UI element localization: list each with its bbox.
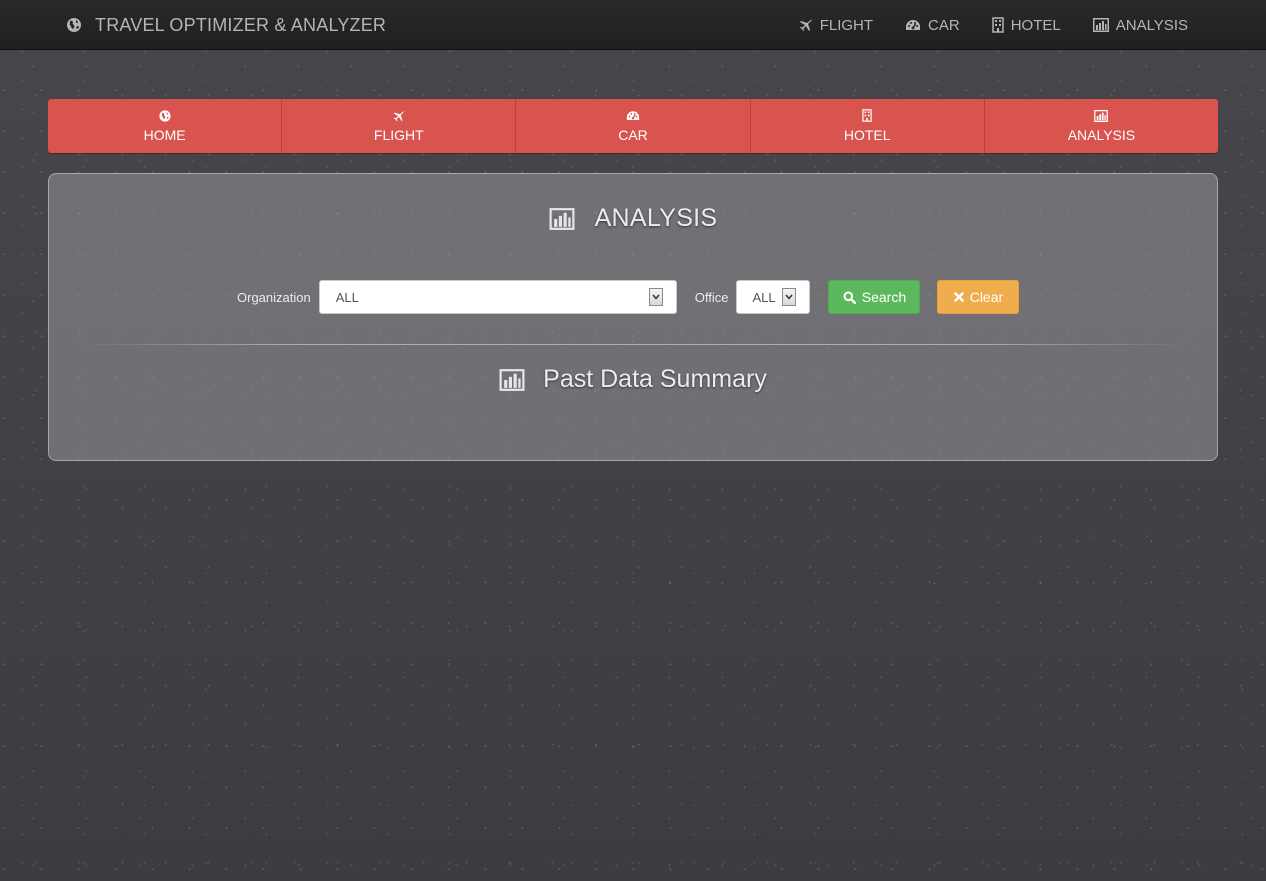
top-navbar: TRAVEL OPTIMIZER & ANALYZER FLIGHT CAR H… [0, 0, 1266, 50]
clear-button[interactable]: Clear [937, 280, 1020, 314]
nav-link-label: FLIGHT [819, 16, 874, 34]
nav-link-hotel[interactable]: HOTEL [991, 16, 1061, 34]
summary-title-text: Past Data Summary [543, 365, 767, 393]
organization-label: Organization [237, 289, 311, 305]
tab-flight[interactable]: FLIGHT [282, 99, 517, 153]
tab-hotel[interactable]: HOTEL [750, 99, 985, 153]
building-icon [991, 17, 1004, 33]
plane-icon [393, 110, 405, 122]
search-icon [843, 291, 856, 304]
brand[interactable]: TRAVEL OPTIMIZER & ANALYZER [66, 0, 386, 50]
nav-link-flight[interactable]: FLIGHT [799, 17, 873, 34]
section-tabbar: HOME FLIGHT CAR HOTEL ANALYSIS [48, 99, 1218, 153]
nav-link-label: ANALYSIS [1115, 16, 1188, 34]
tab-label: FLIGHT [373, 126, 424, 143]
bar-chart-icon [1092, 18, 1109, 32]
globe-icon [66, 17, 82, 33]
search-button[interactable]: Search [828, 280, 921, 314]
tab-label: CAR [618, 126, 648, 143]
bar-chart-icon [549, 207, 575, 230]
nav-links: FLIGHT CAR HOTEL ANALYSIS [767, 0, 1188, 50]
nav-link-label: CAR [928, 16, 960, 34]
building-icon [862, 109, 872, 122]
organization-select[interactable]: ALL [318, 280, 677, 314]
close-icon [954, 292, 964, 302]
tab-label: HOTEL [843, 127, 891, 143]
office-label: Office [694, 289, 729, 305]
clear-button-label: Clear [969, 289, 1004, 305]
brand-title: TRAVEL OPTIMIZER & ANALYZER [95, 14, 387, 35]
tab-label: HOME [143, 126, 186, 143]
office-select-value: ALL [752, 289, 776, 305]
tab-home[interactable]: HOME [48, 99, 283, 153]
page-title: ANALYSIS [49, 204, 1217, 233]
organization-select-value: ALL [335, 289, 359, 305]
tab-label: ANALYSIS [1067, 126, 1136, 143]
globe-icon [158, 109, 171, 122]
summary-title: Past Data Summary [49, 365, 1217, 394]
chevron-down-icon [782, 288, 797, 306]
tab-car[interactable]: CAR [516, 99, 751, 153]
nav-link-car[interactable]: CAR [905, 17, 960, 34]
nav-link-label: HOTEL [1010, 16, 1061, 34]
dashboard-icon [905, 19, 921, 32]
bar-chart-icon [1094, 109, 1109, 122]
filter-bar: Organization ALL Office ALL Search Clear [237, 279, 1020, 315]
section-divider [79, 344, 1189, 345]
page-title-text: ANALYSIS [594, 204, 718, 232]
office-select[interactable]: ALL [736, 280, 811, 314]
dashboard-icon [626, 110, 640, 122]
search-button-label: Search [861, 289, 907, 305]
plane-icon [799, 18, 813, 32]
bar-chart-icon [499, 368, 525, 391]
chevron-down-icon [648, 288, 663, 306]
tab-analysis[interactable]: ANALYSIS [984, 99, 1218, 153]
analysis-panel: ANALYSIS Organization ALL Office ALL Sea [48, 173, 1218, 461]
nav-link-analysis[interactable]: ANALYSIS [1092, 16, 1188, 34]
